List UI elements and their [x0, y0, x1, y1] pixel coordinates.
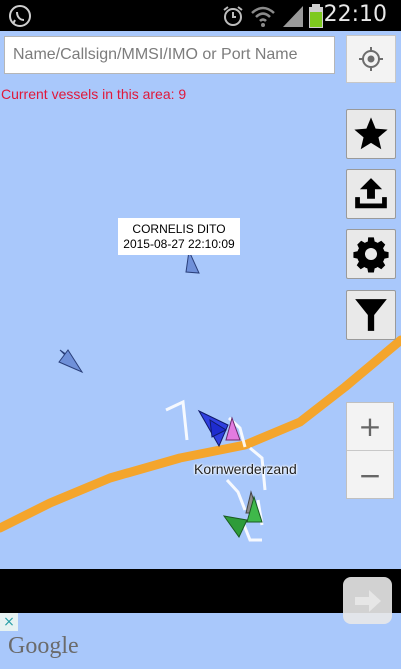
ad-close-button[interactable]: ×	[0, 613, 18, 631]
vessel-timestamp: 2015-08-27 22:10:09	[123, 237, 235, 251]
zoom-out-button[interactable]: −	[347, 451, 393, 499]
locate-button[interactable]	[346, 35, 396, 83]
vessel-marker	[225, 416, 241, 441]
alarm-icon	[223, 6, 243, 26]
settings-button[interactable]	[346, 229, 396, 279]
vessel-tooltip[interactable]: CORNELIS DITO 2015-08-27 22:10:09	[118, 218, 240, 255]
upload-icon	[355, 178, 387, 209]
place-label: Kornwerderzand	[194, 461, 297, 477]
star-icon	[354, 117, 388, 150]
arrow-right-icon	[354, 589, 381, 612]
vessel-count-label: Current vessels in this area: 9	[1, 86, 187, 102]
share-button[interactable]	[346, 169, 396, 219]
wifi-icon	[251, 6, 275, 27]
ad-banner[interactable]	[0, 569, 401, 613]
google-logo: Google	[8, 633, 79, 659]
map-view[interactable]	[0, 31, 401, 569]
search-input[interactable]	[5, 37, 334, 73]
vessel-name: CORNELIS DITO	[132, 222, 226, 236]
road	[0, 335, 401, 533]
battery-icon	[309, 4, 323, 28]
whatsapp-icon	[9, 5, 31, 27]
zoom-controls: + −	[346, 402, 394, 499]
gear-icon	[353, 237, 389, 273]
vessel-marker	[222, 515, 248, 538]
favorites-button[interactable]	[346, 109, 396, 159]
locate-icon	[359, 47, 383, 71]
ad-next-button[interactable]	[343, 577, 392, 624]
map-canvas	[0, 249, 401, 542]
vessel-marker	[58, 349, 84, 374]
search-box[interactable]	[4, 36, 335, 74]
clock-time: 22:10	[323, 2, 387, 27]
zoom-in-button[interactable]: +	[347, 403, 393, 451]
filter-button[interactable]	[346, 290, 396, 340]
signal-icon	[283, 6, 303, 27]
filter-icon	[355, 299, 387, 331]
status-bar: 22:10	[0, 0, 401, 31]
